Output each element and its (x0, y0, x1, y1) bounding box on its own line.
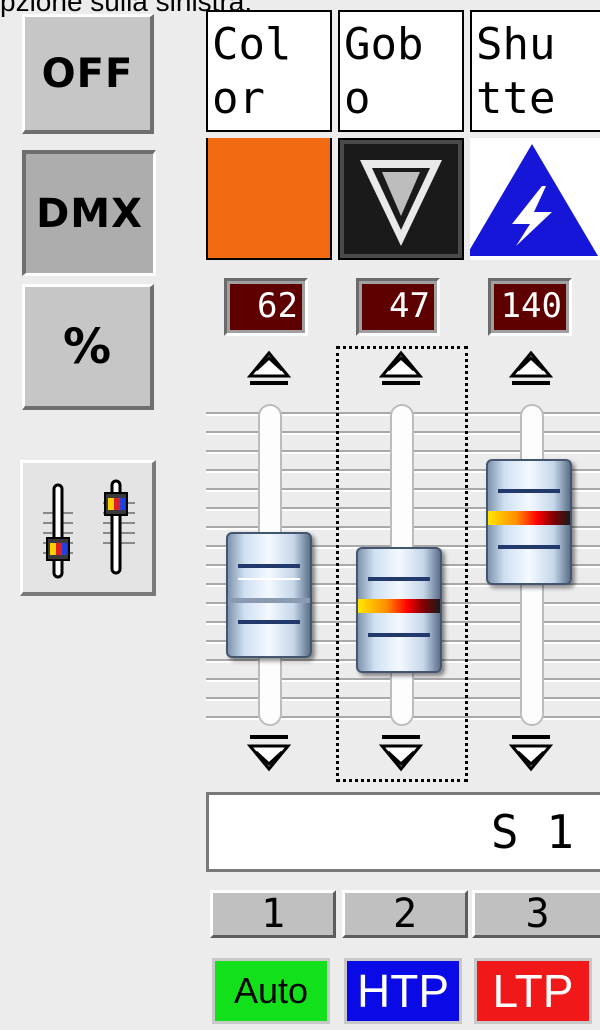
handle-groove (368, 633, 430, 637)
dmx-label: DMX (36, 190, 143, 237)
channel-number-button-3[interactable]: 3 (472, 890, 600, 938)
value-text: 47 (362, 284, 434, 330)
shutter-strobe-icon[interactable] (470, 138, 600, 260)
color-swatch-icon[interactable] (206, 138, 332, 260)
handle-groove (498, 489, 560, 493)
off-label: OFF (41, 50, 134, 97)
channel-name-color: Col or (206, 10, 332, 132)
merge-mode-auto[interactable]: Auto (212, 958, 330, 1024)
value-display-color: 62 (224, 278, 308, 336)
channel-name-line: tte (476, 73, 556, 124)
fader-handle-color[interactable] (226, 532, 312, 658)
channel-name-line: Shu (476, 19, 556, 70)
up-arrow-icon (508, 350, 554, 385)
down-arrow-icon (246, 735, 292, 772)
handle-divider (228, 598, 310, 603)
fader-up-button-gobo[interactable] (378, 350, 424, 390)
channel-name-line: Col (212, 19, 292, 70)
up-arrow-icon (378, 350, 424, 385)
down-arrow-icon (378, 735, 424, 772)
gobo-triangle-icon[interactable] (338, 138, 464, 260)
merge-mode-htp[interactable]: HTP (344, 958, 462, 1024)
value-text: 140 (494, 284, 566, 330)
off-mode-button[interactable]: OFF (22, 14, 154, 134)
channel-name-shutter: Shu tte (470, 10, 600, 132)
percent-mode-button[interactable]: % (22, 284, 154, 410)
fader-handle-shutter[interactable] (486, 459, 572, 585)
handle-groove (238, 564, 300, 568)
fader-down-button-color[interactable] (246, 732, 292, 772)
value-display-gobo: 47 (356, 278, 440, 336)
value-display-shutter: 140 (488, 278, 572, 336)
channel-number-button-1[interactable]: 1 (210, 890, 336, 938)
fader-down-button-gobo[interactable] (378, 732, 424, 772)
down-arrow-icon (508, 735, 554, 772)
fader-mixer-icon (43, 479, 135, 579)
merge-mode-ltp[interactable]: LTP (474, 958, 592, 1024)
fader-down-button-shutter[interactable] (508, 732, 554, 772)
channel-name-line: Gob (344, 19, 424, 70)
fader-up-button-color[interactable] (246, 350, 292, 390)
handle-groove (238, 578, 300, 580)
scene-name-field[interactable]: S 1 (206, 792, 600, 872)
fader-tool-button[interactable] (20, 460, 156, 596)
handle-groove (238, 620, 300, 624)
channel-name-line: or (212, 73, 265, 124)
percent-label: % (62, 318, 113, 375)
channel-name-gobo: Gob o (338, 10, 464, 132)
fader-handle-gobo[interactable] (356, 547, 442, 673)
handle-color-bar (488, 511, 570, 525)
handle-groove (498, 545, 560, 549)
up-arrow-icon (246, 350, 292, 385)
fader-up-button-shutter[interactable] (508, 350, 554, 390)
channel-name-line: o (344, 73, 371, 124)
channel-number-button-2[interactable]: 2 (342, 890, 468, 938)
handle-groove (368, 577, 430, 581)
dmx-mode-button[interactable]: DMX (22, 150, 156, 276)
handle-color-bar (358, 599, 440, 613)
value-text: 62 (230, 284, 302, 330)
